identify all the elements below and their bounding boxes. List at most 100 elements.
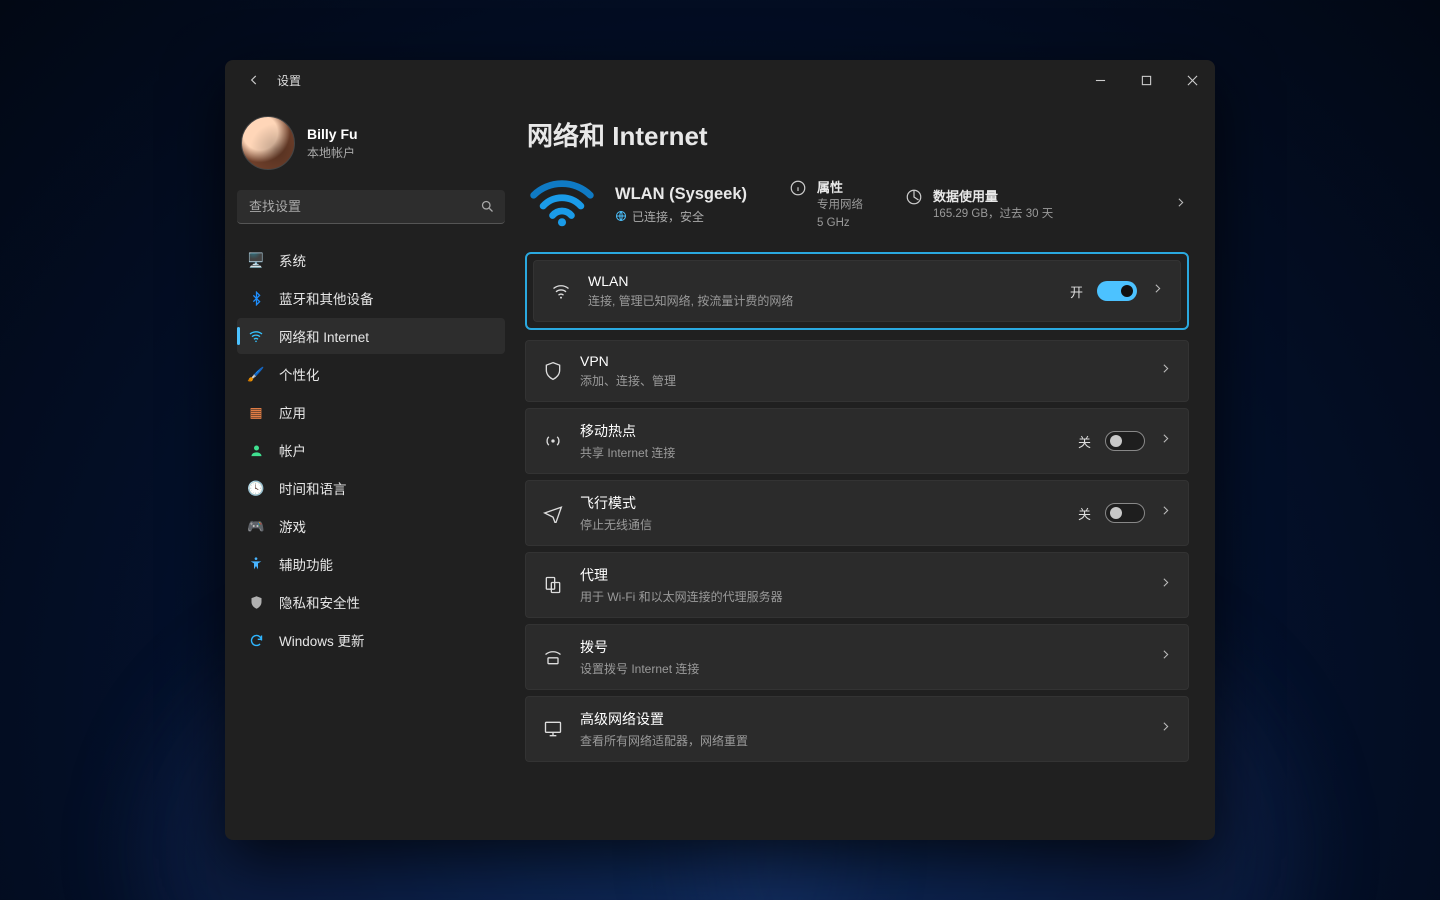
wlan-highlight: WLAN 连接, 管理已知网络, 按流量计费的网络 开 (525, 252, 1189, 330)
card-title: 高级网络设置 (580, 709, 748, 729)
info-icon (789, 179, 807, 197)
card-title: 拨号 (580, 637, 699, 657)
card-title: 代理 (580, 565, 783, 585)
back-button[interactable] (239, 65, 269, 95)
sidebar-item-apps[interactable]: ▦ 应用 (237, 394, 505, 430)
profile-subtitle: 本地帐户 (307, 144, 358, 161)
sidebar-item-time-language[interactable]: 🕓 时间和语言 (237, 470, 505, 506)
network-hero: WLAN (Sysgeek) 已连接，安全 属性 专用网络 5 GHz (525, 171, 1189, 252)
brush-icon: 🖌️ (247, 365, 265, 383)
connection-status: 已连接，安全 (632, 208, 704, 225)
gamepad-icon: 🎮 (247, 517, 265, 535)
main-content: 网络和 Internet WLAN (Sysgeek) 已连接，安全 (515, 100, 1215, 840)
sidebar-nav: 🖥️ 系统 蓝牙和其他设备 网络和 Internet 🖌️ (237, 242, 505, 658)
sidebar-item-windows-update[interactable]: Windows 更新 (237, 622, 505, 658)
sidebar-item-accounts[interactable]: 帐户 (237, 432, 505, 468)
sidebar-item-label: 应用 (279, 402, 306, 422)
titlebar: 设置 (225, 60, 1215, 100)
data-usage-line: 165.29 GB，过去 30 天 (933, 207, 1053, 223)
airplane-state-label: 关 (1078, 504, 1091, 523)
avatar (241, 116, 295, 170)
data-usage-icon (905, 188, 923, 206)
card-title: 飞行模式 (580, 493, 652, 513)
sidebar-item-label: 隐私和安全性 (279, 592, 360, 612)
card-dialup[interactable]: 拨号 设置拨号 Internet 连接 (525, 624, 1189, 690)
computer-icon (542, 719, 564, 739)
dialup-icon (542, 647, 564, 667)
profile-name: Billy Fu (307, 126, 358, 142)
person-icon (247, 441, 265, 459)
data-usage-title: 数据使用量 (933, 186, 1053, 205)
close-button[interactable] (1169, 60, 1215, 100)
card-subtitle: 停止无线通信 (580, 516, 652, 533)
shield-icon (247, 593, 265, 611)
wlan-toggle[interactable] (1097, 281, 1137, 301)
card-advanced-network[interactable]: 高级网络设置 查看所有网络适配器，网络重置 (525, 696, 1189, 762)
card-title: VPN (580, 353, 676, 369)
hero-expand-button[interactable] (1174, 196, 1187, 214)
minimize-button[interactable] (1077, 60, 1123, 100)
card-subtitle: 添加、连接、管理 (580, 372, 676, 389)
profile-block[interactable]: Billy Fu 本地帐户 (237, 100, 505, 190)
wifi-icon (550, 281, 572, 301)
wlan-state-label: 开 (1070, 282, 1083, 301)
data-usage-tile[interactable]: 数据使用量 165.29 GB，过去 30 天 (905, 186, 1053, 223)
chevron-right-icon (1159, 720, 1172, 738)
sidebar-item-label: 个性化 (279, 364, 320, 384)
wifi-large-icon (527, 175, 597, 234)
airplane-icon (542, 503, 564, 523)
sidebar-item-label: 蓝牙和其他设备 (279, 288, 374, 308)
wifi-icon (247, 327, 265, 345)
sidebar: Billy Fu 本地帐户 🖥️ 系统 (225, 100, 515, 840)
properties-line2: 5 GHz (817, 216, 863, 232)
card-title: 移动热点 (580, 421, 675, 441)
hotspot-icon (542, 431, 564, 451)
maximize-button[interactable] (1123, 60, 1169, 100)
card-proxy[interactable]: 代理 用于 Wi-Fi 和以太网连接的代理服务器 (525, 552, 1189, 618)
sidebar-item-label: 帐户 (279, 440, 306, 460)
sidebar-item-privacy[interactable]: 隐私和安全性 (237, 584, 505, 620)
connection-summary[interactable]: WLAN (Sysgeek) 已连接，安全 (615, 185, 747, 225)
sidebar-item-accessibility[interactable]: 辅助功能 (237, 546, 505, 582)
sidebar-item-gaming[interactable]: 🎮 游戏 (237, 508, 505, 544)
hotspot-toggle[interactable] (1105, 431, 1145, 451)
chevron-right-icon (1159, 576, 1172, 594)
settings-window: 设置 Billy Fu 本地帐户 (225, 60, 1215, 840)
properties-line1: 专用网络 (817, 198, 863, 214)
card-subtitle: 用于 Wi-Fi 和以太网连接的代理服务器 (580, 588, 783, 605)
airplane-toggle[interactable] (1105, 503, 1145, 523)
sidebar-item-personalization[interactable]: 🖌️ 个性化 (237, 356, 505, 392)
arrow-left-icon (247, 73, 261, 87)
sidebar-item-label: 辅助功能 (279, 554, 333, 574)
card-wlan[interactable]: WLAN 连接, 管理已知网络, 按流量计费的网络 开 (533, 260, 1181, 322)
minimize-icon (1095, 75, 1106, 86)
shield-icon (542, 361, 564, 381)
card-vpn[interactable]: VPN 添加、连接、管理 (525, 340, 1189, 402)
card-subtitle: 连接, 管理已知网络, 按流量计费的网络 (588, 292, 793, 309)
chevron-right-icon (1159, 362, 1172, 380)
search-input[interactable] (237, 190, 505, 224)
properties-tile[interactable]: 属性 专用网络 5 GHz (789, 177, 863, 231)
accessibility-icon (247, 555, 265, 573)
card-airplane-mode[interactable]: 飞行模式 停止无线通信 关 (525, 480, 1189, 546)
sidebar-item-system[interactable]: 🖥️ 系统 (237, 242, 505, 278)
card-subtitle: 设置拨号 Internet 连接 (580, 660, 699, 677)
sidebar-item-label: Windows 更新 (279, 630, 365, 650)
maximize-icon (1141, 75, 1152, 86)
chevron-right-icon (1159, 504, 1172, 522)
search-box (237, 190, 505, 224)
sidebar-item-bluetooth[interactable]: 蓝牙和其他设备 (237, 280, 505, 316)
properties-title: 属性 (817, 177, 863, 196)
bluetooth-icon (247, 289, 265, 307)
page-title: 网络和 Internet (527, 116, 1189, 153)
system-icon: 🖥️ (247, 251, 265, 269)
card-hotspot[interactable]: 移动热点 共享 Internet 连接 关 (525, 408, 1189, 474)
window-title: 设置 (277, 72, 301, 89)
chevron-right-icon (1159, 648, 1172, 666)
ssid-label: WLAN (Sysgeek) (615, 185, 747, 204)
close-icon (1187, 75, 1198, 86)
card-title: WLAN (588, 273, 793, 289)
apps-icon: ▦ (247, 403, 265, 421)
sidebar-item-label: 游戏 (279, 516, 306, 536)
sidebar-item-network[interactable]: 网络和 Internet (237, 318, 505, 354)
